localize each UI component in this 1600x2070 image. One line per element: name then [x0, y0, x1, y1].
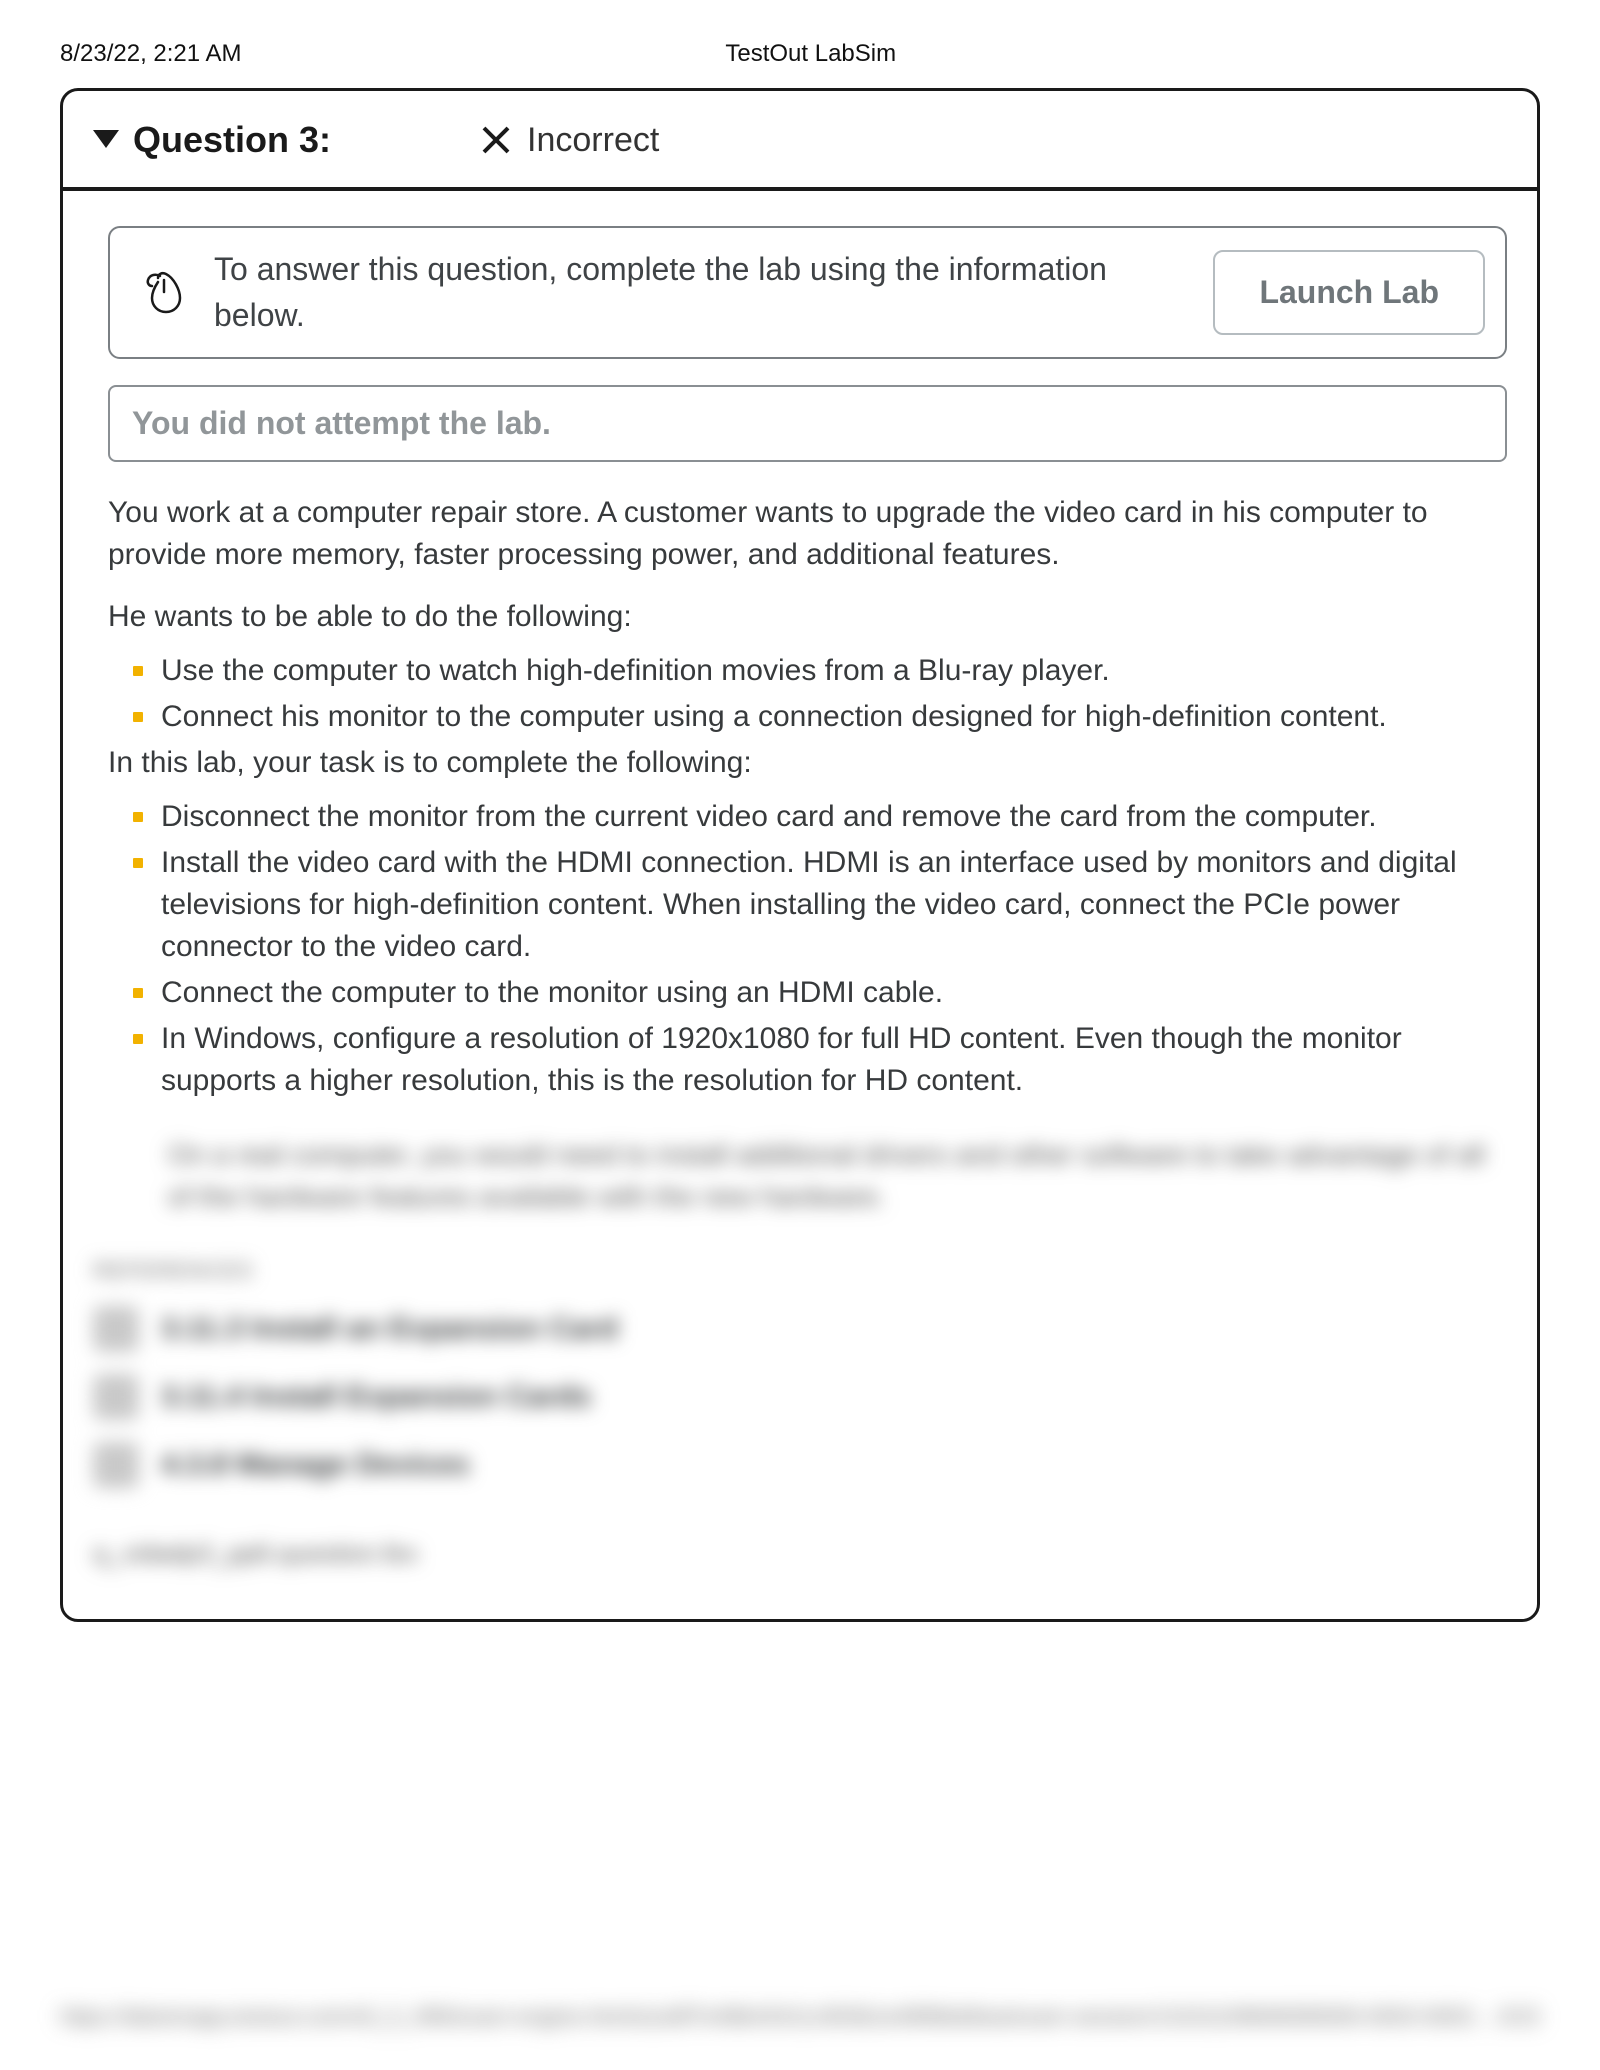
list-item: In Windows, configure a resolution of 19… — [133, 1018, 1507, 1102]
reference-row[interactable]: 3.11.4 Install Expansion Cards — [93, 1374, 1507, 1420]
list-item: Use the computer to watch high-definitio… — [133, 650, 1507, 692]
lab-banner-text: To answer this question, complete the la… — [214, 246, 1187, 339]
x-icon — [481, 125, 511, 155]
footer-page: 3/15 — [1497, 2004, 1540, 2030]
print-timestamp: 8/23/22, 2:21 AM — [60, 40, 241, 68]
task-lead: In this lab, your task is to complete th… — [108, 742, 1507, 784]
page-root: 8/23/22, 2:21 AM TestOut LabSim Question… — [0, 0, 1600, 2070]
blurred-content: On a real computer, you would need to in… — [108, 1126, 1507, 1579]
question-status: Incorrect — [481, 121, 659, 160]
mouse-icon — [140, 268, 188, 316]
print-footer: https://labsimapp.testout.com/v6_0_496/e… — [0, 2004, 1600, 2030]
references-label: REFERENCES — [93, 1258, 1507, 1284]
list-item: Install the video card with the HDMI con… — [133, 842, 1507, 968]
link-icon — [93, 1374, 139, 1420]
wants-list: Use the computer to watch high-definitio… — [108, 650, 1507, 738]
lab-banner: To answer this question, complete the la… — [108, 226, 1507, 359]
reference-row[interactable]: 3.11.3 Install an Expansion Card — [93, 1306, 1507, 1352]
wants-lead: He wants to be able to do the following: — [108, 596, 1507, 638]
launch-lab-button[interactable]: Launch Lab — [1213, 250, 1485, 335]
question-filename: q_vidadp3_pp6.question.fex — [93, 1538, 1507, 1569]
question-title: Question 3: — [93, 119, 331, 161]
doc-icon — [93, 1306, 139, 1352]
reference-text: 4.3.8 Manage Devices — [161, 1448, 470, 1482]
link-icon — [93, 1442, 139, 1488]
question-header[interactable]: Question 3: Incorrect — [63, 91, 1537, 191]
reference-row[interactable]: 4.3.8 Manage Devices — [93, 1442, 1507, 1488]
list-item: Connect his monitor to the computer usin… — [133, 696, 1507, 738]
intro-paragraph: You work at a computer repair store. A c… — [108, 492, 1507, 576]
print-title: TestOut LabSim — [725, 40, 896, 68]
question-body: To answer this question, complete the la… — [63, 191, 1537, 1619]
question-label: Question 3: — [133, 119, 331, 161]
caret-down-icon — [93, 130, 119, 150]
reference-text: 3.11.4 Install Expansion Cards — [161, 1380, 591, 1414]
list-item: Connect the computer to the monitor usin… — [133, 972, 1507, 1014]
tasks-list: Disconnect the monitor from the current … — [108, 796, 1507, 1102]
blurred-note: On a real computer, you would need to in… — [168, 1134, 1507, 1218]
question-card: Question 3: Incorrect — [60, 88, 1540, 1622]
attempt-message: You did not attempt the lab. — [108, 385, 1507, 462]
reference-text: 3.11.3 Install an Expansion Card — [161, 1312, 618, 1346]
list-item: Disconnect the monitor from the current … — [133, 796, 1507, 838]
status-text: Incorrect — [527, 121, 659, 160]
print-header: 8/23/22, 2:21 AM TestOut LabSim — [60, 40, 1540, 68]
footer-url: https://labsimapp.testout.com/v6_0_496/e… — [60, 2004, 1495, 2030]
